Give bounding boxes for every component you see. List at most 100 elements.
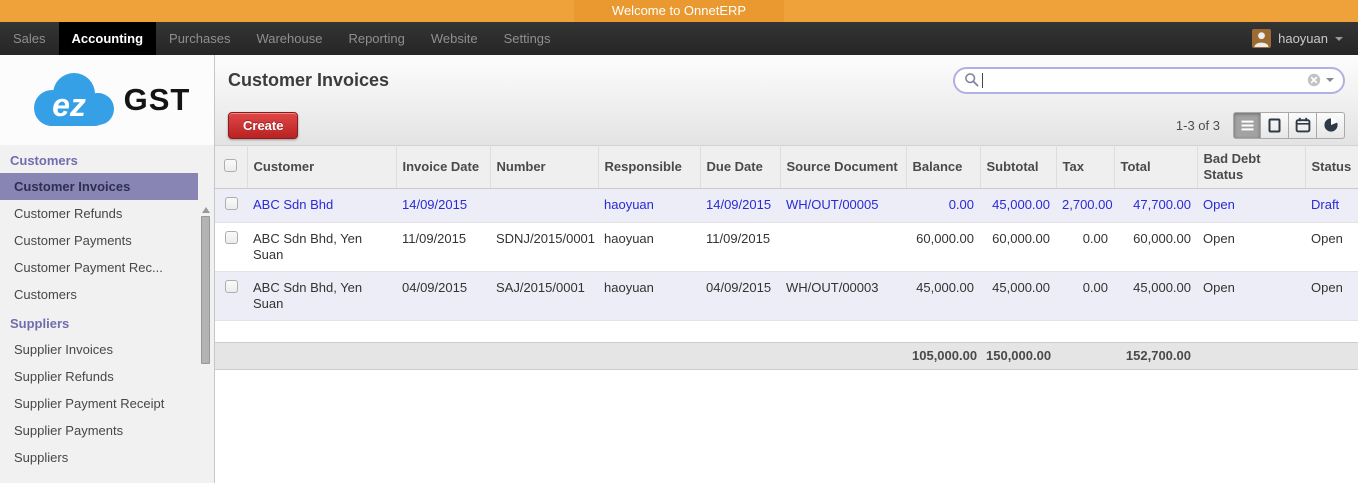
total-tax	[1056, 342, 1114, 370]
cell-invoice-date: 14/09/2015	[402, 197, 468, 212]
search-box[interactable]	[953, 66, 1345, 94]
menu-item-website[interactable]: Website	[418, 22, 491, 55]
sidebar-item-supplier-invoices[interactable]: Supplier Invoices	[0, 336, 198, 363]
sidebar-item-customer-payments[interactable]: Customer Payments	[0, 227, 198, 254]
cell-bad-debt-status: Open	[1203, 280, 1235, 295]
col-total[interactable]: Total	[1114, 145, 1198, 189]
cell-source-document: WH/OUT/00005	[786, 197, 879, 212]
section-suppliers-title: Suppliers	[10, 316, 70, 331]
col-source-document[interactable]: Source Document	[780, 145, 907, 189]
menu-item-sales[interactable]: Sales	[0, 22, 59, 55]
col-subtotal[interactable]: Subtotal	[980, 145, 1057, 189]
app-logo: ez GST	[0, 55, 214, 145]
scrollbar-thumb[interactable]	[201, 216, 210, 364]
cell-balance: 45,000.00	[916, 280, 974, 295]
total-balance: 105,000.00	[906, 342, 980, 370]
avatar	[1252, 29, 1272, 48]
sidebar-item-suppliers[interactable]: Suppliers	[0, 444, 198, 471]
main-content: Customer Invoices Create 1-3 of 3 Custom…	[215, 55, 1358, 483]
total-subtotal: 150,000.00	[980, 342, 1056, 370]
list-view-button[interactable]	[1233, 111, 1261, 139]
sidebar-item-customer-refunds[interactable]: Customer Refunds	[0, 200, 198, 227]
list-view-icon	[1241, 120, 1253, 130]
cell-number: SAJ/2015/0001	[496, 280, 585, 295]
cell-total: 60,000.00	[1133, 231, 1191, 246]
onneterp-app: Welcome to OnnetERP Sales Accounting Pur…	[0, 0, 1358, 483]
sidebar-item-supplier-payment-receipt[interactable]: Supplier Payment Receipt	[0, 390, 198, 417]
table-header-row: Customer Invoice Date Number Responsible…	[215, 145, 1358, 189]
row-checkbox[interactable]	[224, 197, 238, 210]
search-options-icon[interactable]	[1326, 78, 1334, 86]
calendar-view-button[interactable]	[1289, 111, 1317, 139]
sidebar-item-customer-payment-receipt[interactable]: Customer Payment Rec...	[0, 254, 198, 281]
calendar-view-icon	[1295, 117, 1310, 133]
menu-item-reporting[interactable]: Reporting	[335, 22, 417, 55]
col-balance[interactable]: Balance	[906, 145, 981, 189]
col-due-date[interactable]: Due Date	[700, 145, 781, 189]
sidebar: ez GST Customers Customer Invoices Custo…	[0, 55, 215, 483]
menu-item-settings[interactable]: Settings	[491, 22, 564, 55]
row-checkbox[interactable]	[224, 280, 238, 293]
sidebar-scrollbar[interactable]	[200, 203, 211, 364]
invoice-row-2[interactable]: ABC Sdn Bhd, Yen Suan 11/09/2015 SDNJ/20…	[215, 223, 1358, 272]
user-menu[interactable]: haoyuan	[1237, 22, 1358, 55]
cell-due-date: 14/09/2015	[706, 197, 772, 212]
welcome-banner: Welcome to OnnetERP	[0, 0, 1358, 22]
pager-text: 1-3 of 3	[1175, 117, 1220, 133]
row-checkbox[interactable]	[224, 231, 238, 244]
menu-item-warehouse[interactable]: Warehouse	[243, 22, 335, 55]
view-switcher	[1233, 111, 1345, 139]
cell-due-date: 04/09/2015	[706, 280, 772, 295]
col-invoice-date[interactable]: Invoice Date	[396, 145, 491, 189]
col-number[interactable]: Number	[490, 145, 599, 189]
cell-customer: ABC Sdn Bhd	[253, 197, 334, 212]
cell-invoice-date: 11/09/2015	[402, 231, 467, 246]
section-customers-title: Customers	[10, 153, 78, 168]
select-all-checkbox[interactable]	[224, 158, 238, 172]
cell-subtotal: 60,000.00	[992, 231, 1050, 246]
sidebar-item-supplier-refunds[interactable]: Supplier Refunds	[0, 363, 198, 390]
cell-total: 45,000.00	[1133, 280, 1191, 295]
col-tax[interactable]: Tax	[1056, 145, 1115, 189]
cell-balance: 60,000.00	[916, 231, 974, 246]
svg-text:ez: ez	[52, 87, 86, 123]
cell-subtotal: 45,000.00	[992, 197, 1050, 212]
cell-tax: 2,700.00	[1062, 197, 1113, 212]
cloud-logo-icon: ez	[33, 73, 114, 126]
user-icon	[1254, 32, 1269, 47]
search-input[interactable]	[983, 72, 1307, 88]
toolbar-right: 1-3 of 3	[1175, 111, 1345, 139]
total-total: 152,700.00	[1114, 342, 1197, 370]
invoice-row-3[interactable]: ABC Sdn Bhd, Yen Suan 04/09/2015 SAJ/201…	[215, 271, 1358, 321]
brand-text: GST	[123, 82, 191, 117]
scroll-up-icon[interactable]	[201, 203, 210, 213]
col-bad-debt-status[interactable]: Bad Debt Status	[1197, 145, 1306, 189]
list-toolbar: Create 1-3 of 3	[215, 105, 1358, 145]
cell-responsible: haoyuan	[604, 280, 654, 295]
sidebar-item-customer-invoices[interactable]: Customer Invoices	[0, 173, 198, 200]
cell-source-document: WH/OUT/00003	[786, 280, 879, 295]
form-view-button[interactable]	[1261, 111, 1289, 139]
cell-balance: 0.00	[948, 197, 974, 212]
cell-bad-debt-status: Open	[1203, 197, 1235, 212]
app-body: ez GST Customers Customer Invoices Custo…	[0, 55, 1358, 483]
col-status[interactable]: Status	[1305, 145, 1358, 189]
header-checkbox-cell	[215, 145, 248, 189]
main-menu-bar: Sales Accounting Purchases Warehouse Rep…	[0, 22, 1358, 55]
col-responsible[interactable]: Responsible	[598, 145, 701, 189]
clear-search-icon[interactable]	[1307, 73, 1321, 87]
create-button[interactable]: Create	[228, 111, 299, 139]
col-customer[interactable]: Customer	[247, 145, 397, 189]
sidebar-item-supplier-payments[interactable]: Supplier Payments	[0, 417, 198, 444]
sidebar-item-customers[interactable]: Customers	[0, 281, 198, 308]
cell-due-date: 11/09/2015	[706, 231, 771, 246]
graph-view-button[interactable]	[1317, 111, 1345, 139]
menu-item-purchases[interactable]: Purchases	[156, 22, 243, 55]
table-gap	[215, 320, 1358, 343]
page-title: Customer Invoices	[228, 69, 390, 90]
cell-tax: 0.00	[1082, 280, 1108, 295]
cell-customer: ABC Sdn Bhd, Yen Suan	[253, 231, 363, 262]
invoice-row-1[interactable]: ABC Sdn Bhd 14/09/2015 haoyuan 14/09/201…	[215, 188, 1358, 223]
menu-item-accounting[interactable]: Accounting	[58, 22, 157, 55]
cell-bad-debt-status: Open	[1203, 231, 1235, 246]
